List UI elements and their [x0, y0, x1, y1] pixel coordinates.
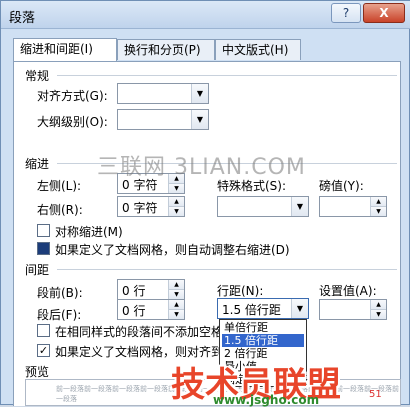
special-indent-dropdown[interactable]: ▼: [217, 196, 309, 217]
spacing-at-spinner[interactable]: ▲ ▼: [319, 299, 387, 320]
line-spacing-label: 行距(N):: [217, 284, 264, 298]
spacing-after-value: 0 行: [122, 304, 146, 318]
dialog-title: 段落: [9, 11, 36, 26]
spin-down-icon[interactable]: ▼: [168, 289, 184, 299]
spacing-before-value: 0 行: [122, 284, 146, 298]
spin-down-icon[interactable]: ▼: [168, 309, 184, 319]
tab-indents-spacing[interactable]: 缩进和间距(I): [13, 38, 117, 61]
snap-to-grid-checkbox[interactable]: ✓: [37, 344, 50, 357]
indent-right-value: 0 字符: [122, 201, 158, 215]
indent-by-spinner[interactable]: ▲ ▼: [319, 196, 387, 217]
title-bar[interactable]: 段落 ? X: [1, 1, 410, 29]
paragraph-dialog: 段落 ? X 缩进和间距(I) 换行和分页(P) 中文版式(H) 常规 对齐方式…: [0, 0, 410, 407]
indent-left-label: 左侧(L):: [37, 179, 82, 193]
watermark-top: 三联网 3LIAN.COM: [97, 155, 306, 180]
indent-section-label: 缩进: [25, 157, 50, 171]
preview-section-label: 预览: [25, 365, 50, 379]
chevron-down-icon[interactable]: ▼: [291, 299, 308, 318]
auto-adjust-indent-label: 如果定义了文档网格，则自动调整右缩进(D): [55, 243, 290, 257]
alignment-dropdown[interactable]: ▼: [117, 83, 209, 104]
spin-down-icon[interactable]: ▼: [168, 183, 184, 193]
spin-down-icon[interactable]: ▼: [370, 206, 386, 216]
chevron-down-icon[interactable]: ▼: [291, 197, 308, 216]
indent-right-label: 右侧(R):: [37, 203, 83, 217]
spacing-divider: [57, 269, 397, 270]
line-spacing-value: 1.5 倍行距: [222, 301, 281, 318]
help-button[interactable]: ?: [331, 3, 361, 23]
spacing-after-label: 段后(F):: [37, 308, 82, 322]
general-section-label: 常规: [25, 69, 50, 83]
outline-level-dropdown[interactable]: ▼: [117, 109, 209, 130]
outline-level-label: 大纲级别(O):: [37, 115, 108, 129]
chevron-down-icon[interactable]: ▼: [191, 110, 208, 129]
spin-down-icon[interactable]: ▼: [168, 206, 184, 216]
spacing-section-label: 间距: [25, 263, 50, 277]
indent-right-spinner[interactable]: 0 字符 ▲ ▼: [117, 196, 185, 217]
no-space-same-style-checkbox[interactable]: [37, 324, 50, 337]
spin-down-icon[interactable]: ▼: [370, 309, 386, 319]
mirror-indents-label: 对称缩进(M): [55, 225, 123, 239]
auto-adjust-indent-checkbox[interactable]: [37, 242, 50, 255]
line-spacing-option-selected[interactable]: 1.5 倍行距: [222, 334, 304, 347]
spacing-after-spinner[interactable]: 0 行 ▲ ▼: [117, 299, 185, 320]
spacing-before-spinner[interactable]: 0 行 ▲ ▼: [117, 279, 185, 300]
line-spacing-option[interactable]: 单倍行距: [222, 321, 304, 334]
tab-line-page-breaks[interactable]: 换行和分页(P): [117, 39, 215, 60]
mirror-indents-checkbox[interactable]: [37, 224, 50, 237]
line-spacing-dropdown[interactable]: 1.5 倍行距 ▼: [217, 298, 309, 319]
chevron-down-icon[interactable]: ▼: [191, 84, 208, 103]
tab-asian-typography[interactable]: 中文版式(H): [215, 39, 301, 60]
watermark-bottom-tag: 51: [369, 389, 382, 400]
indent-by-label: 磅值(Y):: [319, 179, 364, 193]
general-divider: [57, 75, 397, 76]
close-button[interactable]: X: [363, 3, 405, 23]
alignment-label: 对齐方式(G):: [37, 89, 108, 103]
spacing-at-label: 设置值(A):: [319, 284, 377, 298]
no-space-same-style-label: 在相同样式的段落间不添加空格(C): [55, 325, 241, 339]
spacing-before-label: 段前(B):: [37, 286, 83, 300]
